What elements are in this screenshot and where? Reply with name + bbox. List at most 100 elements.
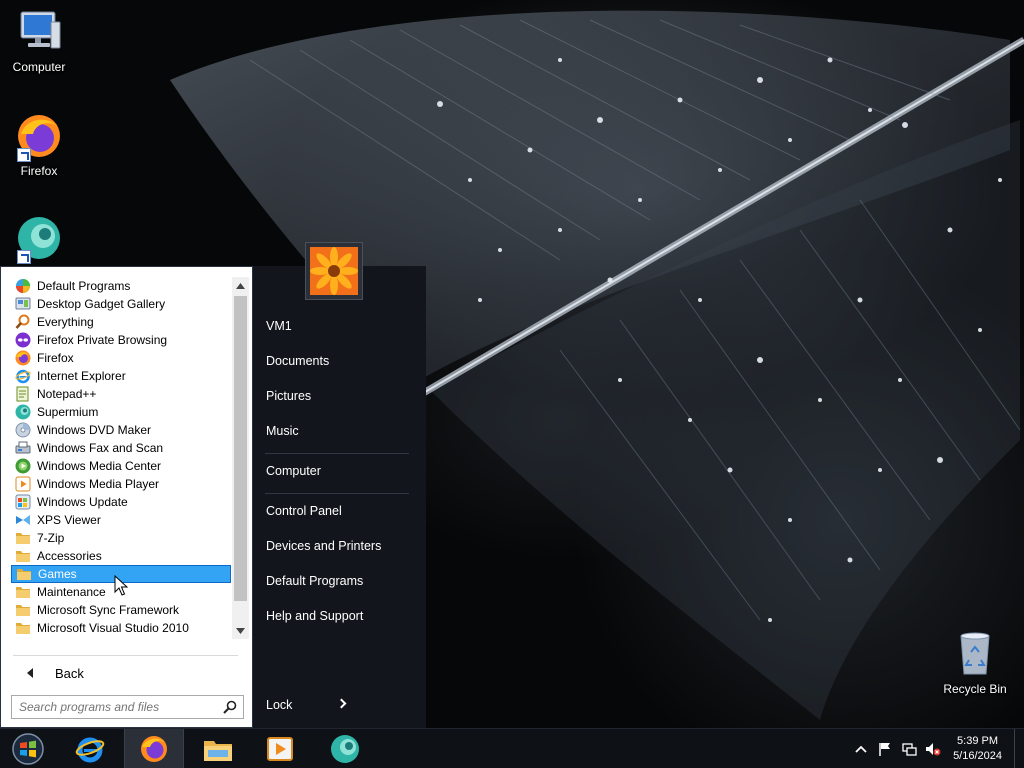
program-item[interactable]: Notepad++ [11, 385, 231, 403]
show-desktop-button[interactable] [1014, 729, 1024, 768]
default-programs-icon [15, 278, 31, 294]
taskbar-firefox[interactable] [124, 729, 184, 768]
program-item-label: Desktop Gadget Gallery [37, 297, 166, 311]
program-item[interactable]: Windows Media Player [11, 475, 231, 493]
documents-link[interactable]: Documents [266, 350, 329, 372]
program-item-label: Everything [37, 315, 94, 329]
taskbar-file-explorer[interactable] [188, 729, 248, 768]
program-item[interactable]: Firefox Private Browsing [11, 331, 231, 349]
search-icon[interactable] [223, 700, 237, 714]
desktop-icon-firefox[interactable]: Firefox [1, 112, 77, 178]
desktop-icon-label: Computer [12, 60, 66, 74]
firefox-icon [15, 350, 31, 366]
devices-printers-link[interactable]: Devices and Printers [266, 535, 381, 557]
program-item[interactable]: Accessories [11, 547, 231, 565]
program-item[interactable]: Windows Fax and Scan [11, 439, 231, 457]
program-item-label: Firefox Private Browsing [37, 333, 168, 347]
firefox-icon [15, 112, 63, 162]
scrollbar-thumb[interactable] [234, 296, 247, 601]
program-item-label: Microsoft Sync Framework [37, 603, 180, 617]
shutdown-options-arrow-icon[interactable] [336, 698, 347, 709]
program-item[interactable]: Default Programs [11, 277, 231, 295]
firefox-icon [141, 736, 167, 762]
control-panel-link[interactable]: Control Panel [266, 500, 342, 522]
program-item-label: Notepad++ [37, 387, 97, 401]
separator [265, 453, 409, 454]
recycle-bin-icon [951, 630, 999, 678]
program-item-label: Default Programs [37, 279, 131, 293]
back-arrow-icon [27, 668, 33, 678]
desktop-icon-supermium[interactable] [1, 214, 77, 266]
start-menu-programs-pane: Default Programs Desktop Gadget Gallery Ev… [0, 266, 253, 728]
taskbar-internet-explorer[interactable] [60, 729, 120, 768]
search-input[interactable] [12, 700, 212, 714]
start-menu-places-pane: VM1 Documents Pictures Music Computer Co… [253, 266, 426, 728]
help-support-link[interactable]: Help and Support [266, 605, 363, 627]
program-item[interactable]: XPS Viewer [11, 511, 231, 529]
program-item-label: Windows Media Center [37, 459, 162, 473]
scroll-up-button[interactable] [232, 277, 249, 294]
program-item[interactable]: Internet Explorer [11, 367, 231, 385]
desktop-icon-label: Recycle Bin [943, 682, 1007, 696]
back-button[interactable]: Back [21, 663, 84, 683]
program-item[interactable]: Microsoft Sync Framework [11, 601, 231, 619]
clock-date: 5/16/2024 [953, 750, 1002, 762]
media-player-icon [267, 737, 293, 761]
fax-scan-icon [15, 440, 31, 456]
default-programs-link[interactable]: Default Programs [266, 570, 363, 592]
action-center-flag-icon[interactable] [877, 741, 893, 757]
music-link[interactable]: Music [266, 420, 299, 442]
folder-icon [15, 584, 31, 600]
lock-button[interactable]: Lock [266, 694, 416, 716]
program-item-label: Windows Update [37, 495, 128, 509]
supermium-icon [331, 735, 359, 763]
program-item[interactable]: Windows DVD Maker [11, 421, 231, 439]
program-item-label: Accessories [37, 549, 102, 563]
folder-icon [15, 530, 31, 546]
program-item-label: Internet Explorer [37, 369, 126, 383]
start-button[interactable] [0, 729, 56, 768]
internet-explorer-icon [75, 737, 105, 763]
desktop-icon-computer[interactable]: Computer [1, 8, 77, 74]
clock-time: 5:39 PM [957, 735, 999, 747]
program-item-label: Windows Fax and Scan [37, 441, 164, 455]
media-center-icon [15, 458, 31, 474]
computer-link[interactable]: Computer [266, 460, 321, 482]
clock[interactable]: 5:39 PM 5/16/2024 [953, 734, 1002, 764]
program-item-label: Windows Media Player [37, 477, 160, 491]
notification-area: 5:39 PM 5/16/2024 [849, 729, 1024, 768]
program-item[interactable]: Firefox [11, 349, 231, 367]
windows-update-icon [15, 494, 31, 510]
mouse-cursor-icon [114, 575, 128, 596]
gadget-gallery-icon [15, 296, 31, 312]
program-item[interactable]: Windows Update [11, 493, 231, 511]
lock-label: Lock [266, 698, 293, 712]
program-item[interactable]: Everything [11, 313, 231, 331]
user-folder-link[interactable]: VM1 [266, 315, 292, 337]
programs-scrollbar[interactable] [232, 277, 249, 639]
shortcut-arrow-icon [17, 250, 31, 264]
show-hidden-icons-chevron-icon[interactable] [853, 741, 869, 757]
program-item[interactable]: 7-Zip [11, 529, 231, 547]
search-box[interactable] [11, 695, 244, 719]
taskbar-supermium[interactable] [315, 729, 375, 768]
taskbar: 5:39 PM 5/16/2024 [0, 728, 1024, 768]
media-player-icon [15, 476, 31, 492]
flower-avatar-icon [310, 247, 358, 295]
program-item-label: XPS Viewer [37, 513, 101, 527]
program-item[interactable]: Windows Media Center [11, 457, 231, 475]
pictures-link[interactable]: Pictures [266, 385, 311, 407]
taskbar-media-player[interactable] [250, 729, 310, 768]
folder-icon [16, 566, 32, 582]
firefox-private-icon [15, 332, 31, 348]
volume-muted-icon[interactable] [925, 741, 941, 757]
scroll-down-button[interactable] [232, 622, 249, 639]
program-item[interactable]: Desktop Gadget Gallery [11, 295, 231, 313]
network-icon[interactable] [901, 741, 917, 757]
program-item-label: Windows DVD Maker [37, 423, 152, 437]
supermium-icon [15, 404, 31, 420]
desktop-icon-recycle-bin[interactable]: Recycle Bin [937, 630, 1013, 696]
program-item[interactable]: Microsoft Visual Studio 2010 [11, 619, 231, 637]
user-account-picture[interactable] [305, 242, 363, 300]
program-item[interactable]: Supermium [11, 403, 231, 421]
